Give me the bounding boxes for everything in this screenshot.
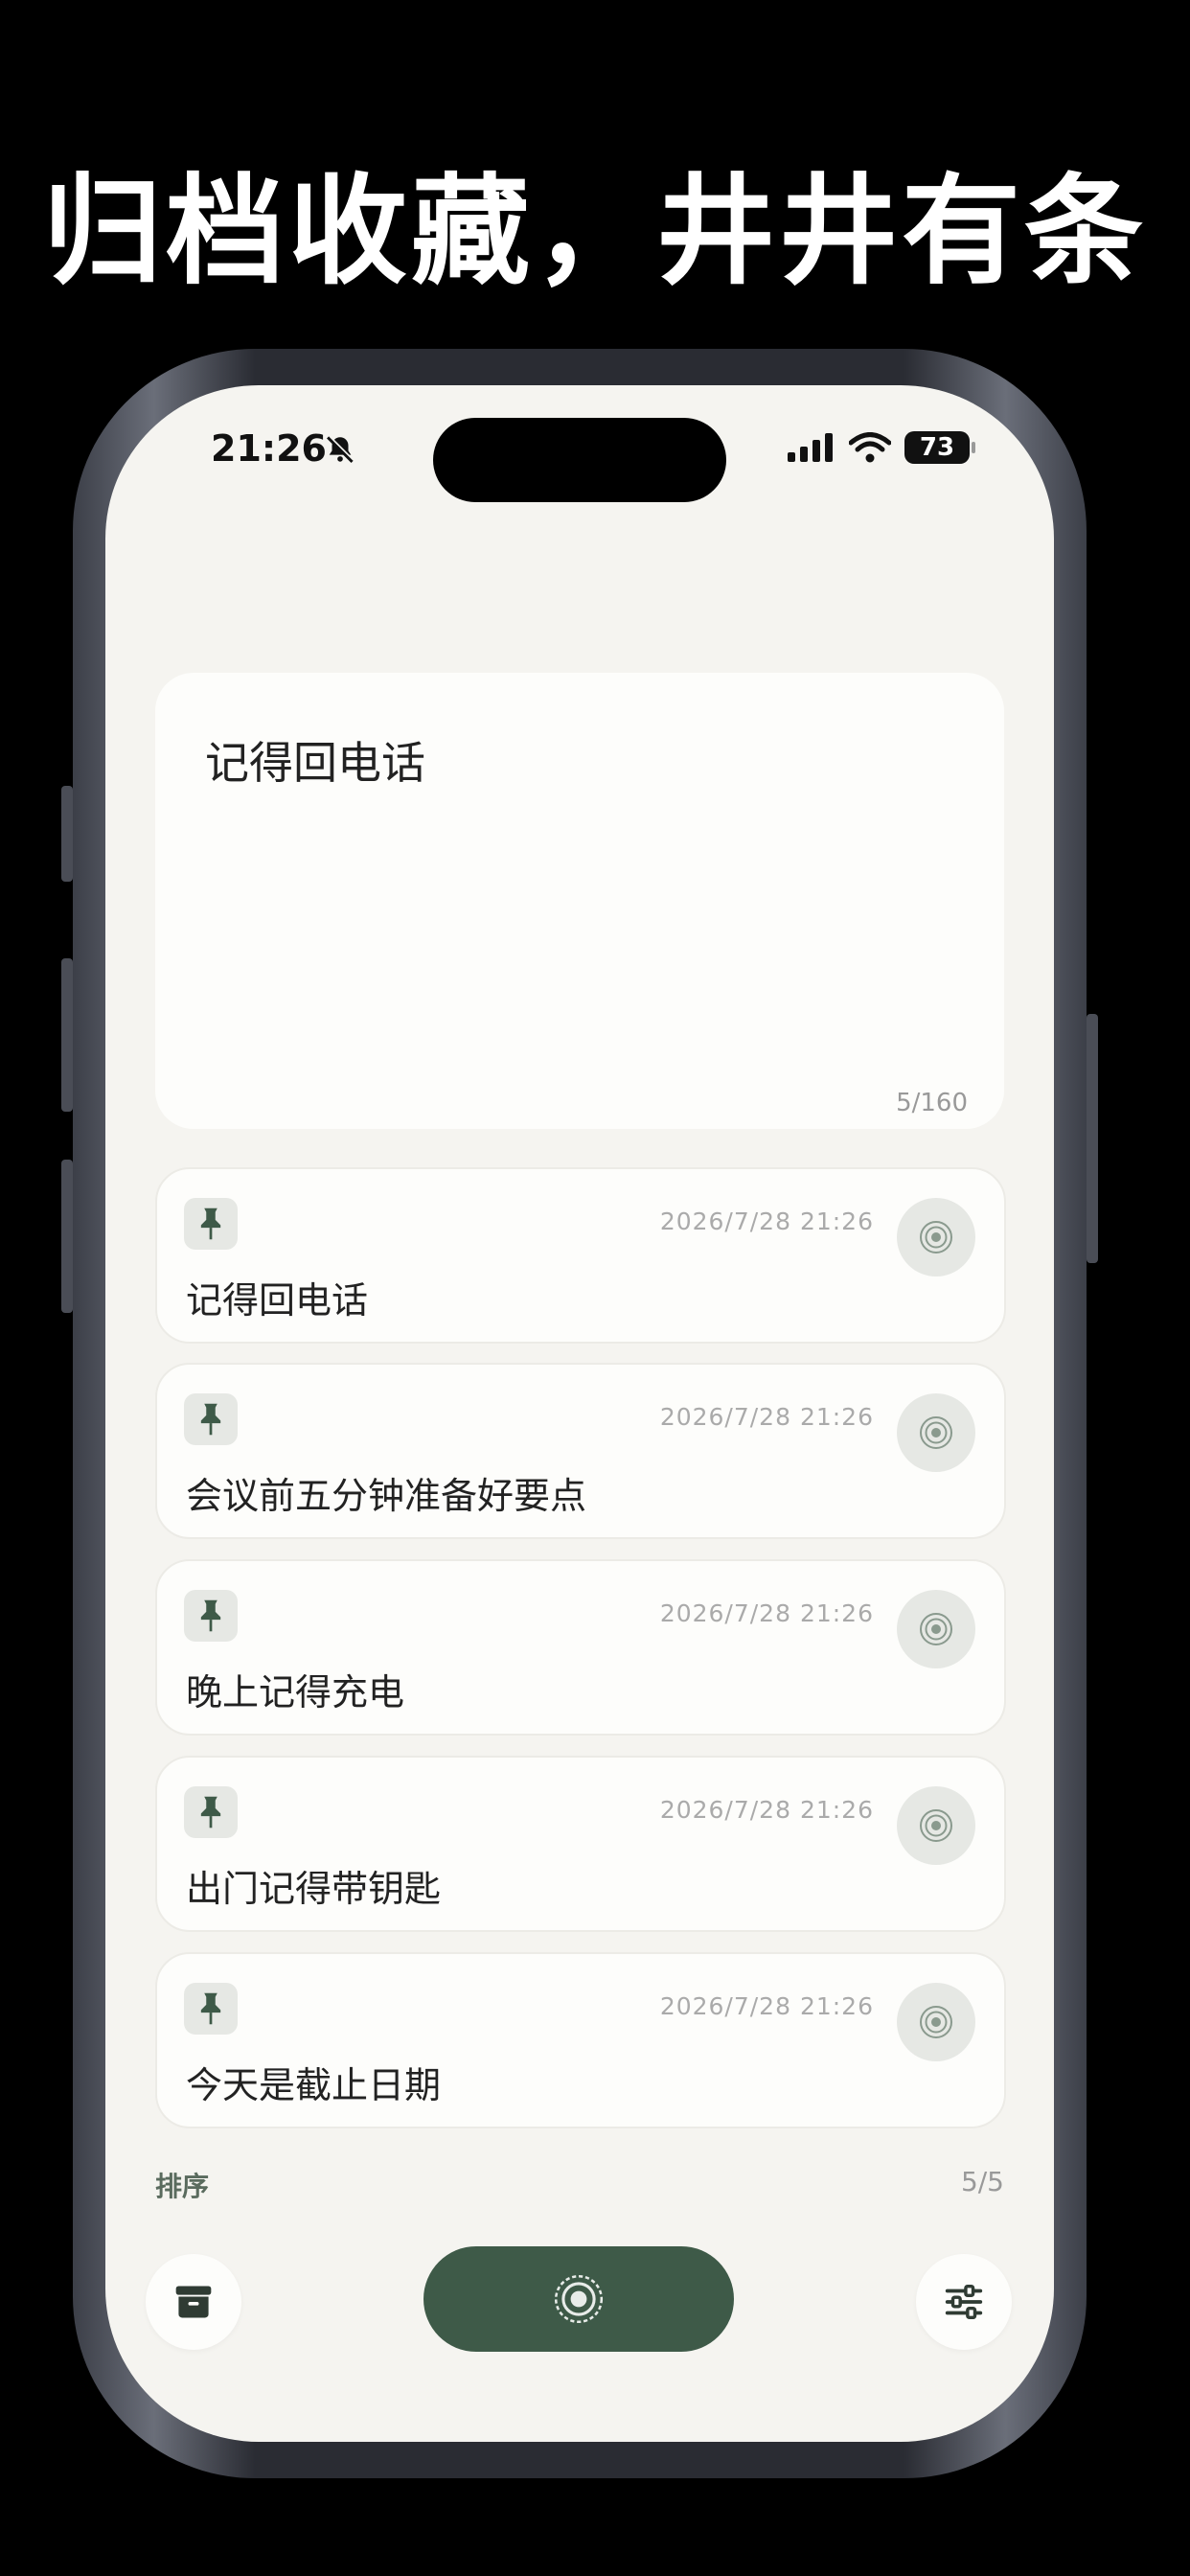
note-timestamp: 2026/7/28 21:26 bbox=[659, 1796, 874, 1824]
note-card[interactable]: 2026/7/28 21:26 会议前五分钟准备好要点 bbox=[155, 1363, 1006, 1539]
pin-icon bbox=[200, 1992, 221, 2025]
dynamic-island bbox=[433, 418, 726, 502]
pin-button[interactable] bbox=[184, 1983, 238, 2035]
pin-button[interactable] bbox=[184, 1393, 238, 1445]
status-time: 21:26 bbox=[211, 427, 327, 470]
note-count: 5/5 bbox=[960, 2166, 1004, 2197]
pin-icon bbox=[200, 1599, 221, 1632]
record-icon bbox=[554, 2274, 604, 2324]
note-timestamp: 2026/7/28 21:26 bbox=[659, 1403, 874, 1431]
pin-icon bbox=[200, 1796, 221, 1828]
archive-button[interactable] bbox=[146, 2254, 241, 2350]
phone-power-button bbox=[1087, 1014, 1098, 1263]
pin-button[interactable] bbox=[184, 1786, 238, 1838]
note-card[interactable]: 2026/7/28 21:26 记得回电话 bbox=[155, 1167, 1006, 1344]
play-record-button[interactable] bbox=[897, 1198, 975, 1276]
note-text: 会议前五分钟准备好要点 bbox=[186, 1475, 587, 1517]
note-card[interactable]: 2026/7/28 21:26 今天是截止日期 bbox=[155, 1952, 1006, 2128]
play-record-button[interactable] bbox=[897, 1786, 975, 1865]
filter-settings-button[interactable] bbox=[916, 2254, 1012, 2350]
record-icon bbox=[920, 2006, 952, 2038]
play-record-button[interactable] bbox=[897, 1393, 975, 1472]
pin-button[interactable] bbox=[184, 1198, 238, 1250]
play-record-button[interactable] bbox=[897, 1590, 975, 1668]
pin-icon bbox=[200, 1403, 221, 1436]
note-timestamp: 2026/7/28 21:26 bbox=[659, 1599, 874, 1627]
phone-volume-down bbox=[61, 1160, 73, 1313]
phone-action-button bbox=[61, 786, 73, 882]
pin-button[interactable] bbox=[184, 1590, 238, 1642]
play-record-button[interactable] bbox=[897, 1983, 975, 2061]
promo-headline: 归档收藏，井井有条 bbox=[42, 163, 1147, 301]
record-button[interactable] bbox=[423, 2246, 734, 2352]
bell-muted-icon bbox=[327, 435, 355, 463]
wifi-icon bbox=[849, 432, 891, 463]
note-card[interactable]: 2026/7/28 21:26 晚上记得充电 bbox=[155, 1559, 1006, 1736]
status-indicators: 73 bbox=[788, 431, 975, 464]
note-card[interactable]: 2026/7/28 21:26 出门记得带钥匙 bbox=[155, 1756, 1006, 1932]
sort-button[interactable]: 排序 bbox=[155, 2166, 209, 2204]
signal-icon bbox=[788, 433, 833, 462]
sliders-icon bbox=[945, 2284, 983, 2320]
note-text: 晚上记得充电 bbox=[186, 1671, 405, 1714]
record-icon bbox=[920, 1613, 952, 1645]
app-screen: 21:26 73 记得回电话 5/160 2026/7/28 21:26 记得回… bbox=[105, 385, 1054, 2442]
note-text: 出门记得带钥匙 bbox=[186, 1868, 442, 1910]
composer-input-text[interactable]: 记得回电话 bbox=[205, 728, 425, 792]
pin-icon bbox=[200, 1208, 221, 1240]
note-timestamp: 2026/7/28 21:26 bbox=[659, 1992, 874, 2020]
note-text: 记得回电话 bbox=[186, 1279, 369, 1322]
note-composer[interactable]: 记得回电话 5/160 bbox=[155, 673, 1004, 1129]
battery-indicator: 73 bbox=[904, 431, 975, 464]
composer-char-count: 5/160 bbox=[896, 1089, 968, 1117]
archive-icon bbox=[175, 2286, 212, 2318]
note-timestamp: 2026/7/28 21:26 bbox=[659, 1208, 874, 1235]
record-icon bbox=[920, 1221, 952, 1254]
note-text: 今天是截止日期 bbox=[186, 2064, 442, 2106]
record-icon bbox=[920, 1416, 952, 1449]
phone-volume-up bbox=[61, 958, 73, 1112]
record-icon bbox=[920, 1809, 952, 1842]
